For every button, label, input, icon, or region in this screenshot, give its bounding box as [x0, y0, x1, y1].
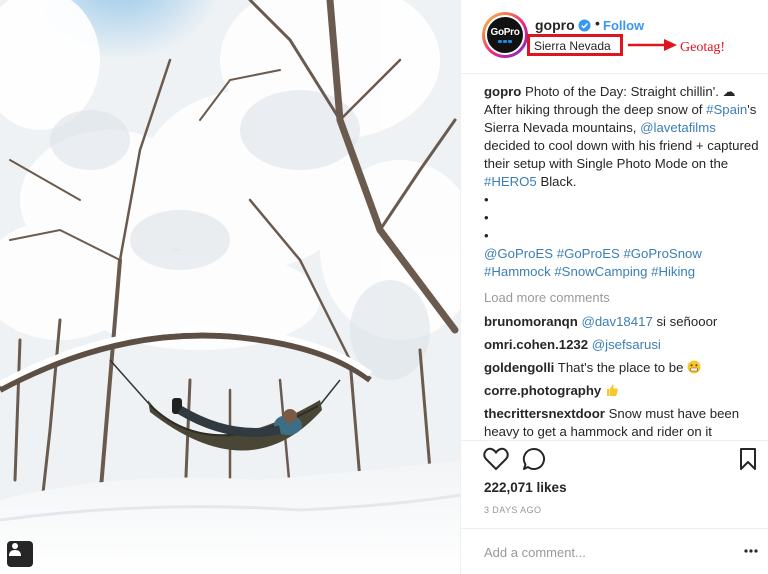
comment-username[interactable]: omri.cohen.1232 — [484, 337, 588, 352]
comment-item: corre.photography — [484, 382, 762, 400]
post-side-panel: GoPro gopro • Follow Sierra Nevada Geota… — [460, 0, 768, 574]
hashtag-hero5[interactable]: #HERO5 — [484, 174, 537, 189]
post-caption: gopro Photo of the Day: Straight chillin… — [484, 83, 762, 281]
caption-bullet: • — [484, 192, 489, 207]
geotag-annotation: Geotag! — [680, 40, 726, 55]
follow-button[interactable]: Follow — [603, 18, 644, 33]
more-dots-icon[interactable] — [743, 547, 759, 555]
comment-text: si señooor — [652, 314, 718, 329]
comment-mention[interactable]: @dav18417 — [581, 314, 652, 329]
bookmark-icon[interactable] — [739, 447, 757, 471]
heart-icon[interactable] — [483, 447, 509, 471]
comment-username[interactable]: brunomoranqn — [484, 314, 578, 329]
separator-dot: • — [595, 15, 600, 31]
comment-item: omri.cohen.1232 @jsefsarusi — [484, 336, 762, 354]
avatar[interactable]: GoPro — [482, 12, 528, 58]
load-more-comments-link[interactable]: Load more comments — [484, 289, 762, 307]
comment-username[interactable]: corre.photography — [484, 383, 601, 398]
like-count[interactable]: 222,071 likes — [484, 480, 567, 495]
post-photo[interactable] — [0, 0, 460, 574]
comment-mention[interactable]: @jsefsarusi — [592, 337, 661, 352]
caption-text: Photo of the Day: Straight chillin'. ☁ A… — [484, 84, 736, 117]
gopro-logo-dots — [498, 39, 512, 43]
thumbs-up-emoji-icon — [606, 384, 618, 396]
caption-text-4: Black. — [536, 174, 577, 189]
speech-bubble-icon[interactable] — [522, 447, 546, 471]
avatar-image: GoPro — [485, 15, 525, 55]
verified-badge-icon — [578, 19, 591, 32]
caption-bullet: • — [484, 210, 489, 225]
post-header: GoPro gopro • Follow Sierra Nevada Geota… — [461, 0, 768, 74]
location-link[interactable]: Sierra Nevada — [534, 39, 611, 53]
post-timestamp[interactable]: 3 DAYS AGO — [484, 505, 541, 515]
person-tag-icon — [9, 543, 21, 556]
comment-text: That's the place to be — [557, 360, 684, 375]
comment-item: brunomoranqn @dav18417 si señooor — [484, 313, 762, 331]
comments-list: gopro Photo of the Day: Straight chillin… — [484, 83, 762, 446]
comment-username[interactable]: goldengolli — [484, 360, 554, 375]
add-comment-bar — [461, 528, 768, 574]
caption-hashtags-line-1[interactable]: @GoProES #GoProES #GoProSnow — [484, 245, 762, 263]
grimacing-face-emoji-icon — [687, 360, 701, 374]
comment-username[interactable]: thecrittersnextdoor — [484, 406, 605, 421]
comment-item: thecrittersnextdoor Snow must have been … — [484, 405, 762, 441]
annotation-arrow-icon — [628, 39, 677, 51]
action-bar — [461, 440, 768, 441]
comment-item: goldengolli That's the place to be — [484, 359, 762, 377]
hashtag-spain[interactable]: #Spain — [706, 102, 747, 117]
gopro-logo: GoPro — [490, 26, 520, 38]
user-tags-button[interactable] — [7, 541, 33, 567]
caption-bullet: • — [484, 228, 489, 243]
snowy-forest-hammock-image — [0, 0, 460, 574]
caption-username[interactable]: gopro — [484, 84, 521, 99]
comment-input[interactable] — [484, 542, 724, 562]
caption-text-3: decided to cool down with his friend + c… — [484, 138, 759, 171]
caption-hashtags-line-2[interactable]: #Hammock #SnowCamping #Hiking — [484, 263, 762, 281]
post-username[interactable]: gopro — [535, 17, 575, 33]
mention-lavetafilms[interactable]: @lavetafilms — [640, 120, 716, 135]
